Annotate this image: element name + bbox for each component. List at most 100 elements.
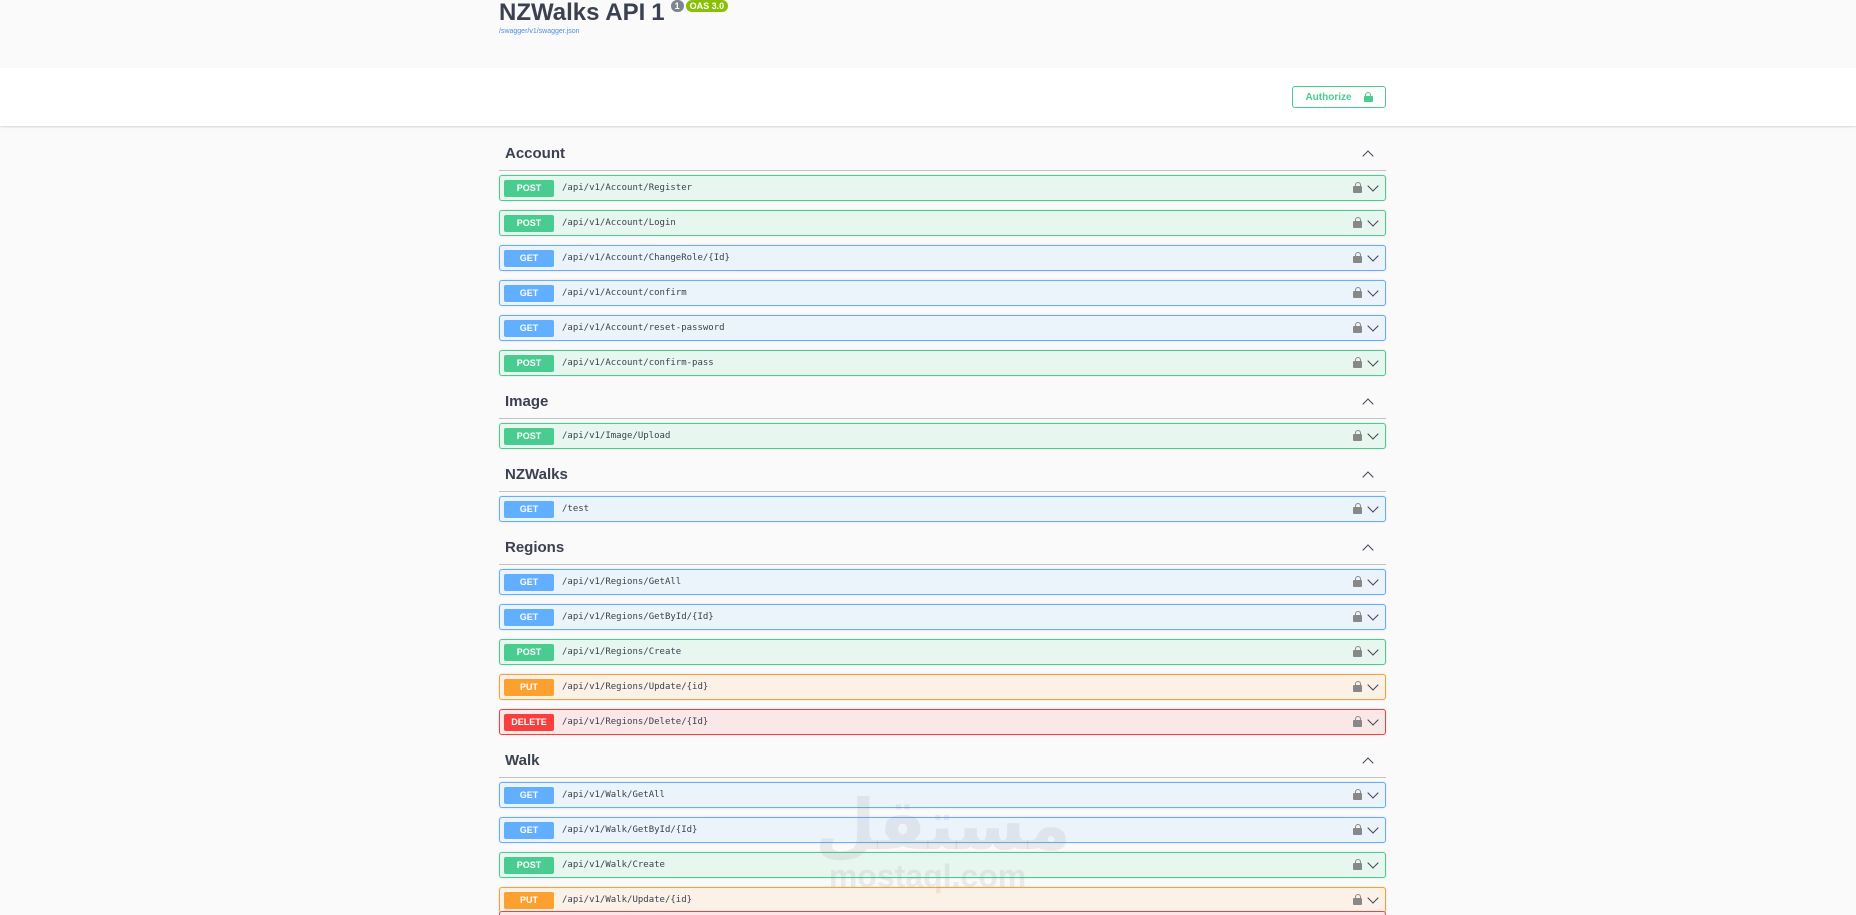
lock-icon[interactable] bbox=[1353, 788, 1362, 800]
lock-icon[interactable] bbox=[1353, 181, 1362, 193]
operation-row[interactable]: POST/api/v1/Account/Register bbox=[499, 175, 1386, 201]
spec-json-link[interactable]: /swagger/v1/swagger.json bbox=[499, 28, 580, 35]
chevron-down-icon[interactable] bbox=[1367, 251, 1379, 263]
operation-icons bbox=[1353, 181, 1379, 193]
chevron-up-icon[interactable] bbox=[1362, 148, 1374, 160]
operation-path: /test bbox=[562, 504, 590, 514]
chevron-down-icon[interactable] bbox=[1367, 858, 1379, 870]
operation-row[interactable]: GET/api/v1/Account/reset-password bbox=[499, 315, 1386, 341]
lock-icon[interactable] bbox=[1353, 286, 1362, 298]
chevron-up-icon[interactable] bbox=[1362, 469, 1374, 481]
lock-icon[interactable] bbox=[1353, 251, 1362, 263]
operation-icons bbox=[1353, 680, 1379, 692]
operation-row[interactable]: GET/api/v1/Regions/GetById/{Id} bbox=[499, 604, 1386, 630]
tag-section-nzwalks: NZWalks GET/test bbox=[499, 458, 1386, 522]
method-badge: GET bbox=[504, 786, 554, 804]
operation-icons bbox=[1353, 502, 1379, 514]
operation-icons bbox=[1353, 321, 1379, 333]
lock-icon[interactable] bbox=[1353, 575, 1362, 587]
chevron-down-icon[interactable] bbox=[1367, 645, 1379, 657]
method-badge: POST bbox=[504, 856, 554, 874]
chevron-down-icon[interactable] bbox=[1367, 181, 1379, 193]
chevron-down-icon[interactable] bbox=[1367, 610, 1379, 622]
chevron-down-icon[interactable] bbox=[1367, 502, 1379, 514]
authorize-button[interactable]: Authorize bbox=[1292, 86, 1386, 108]
method-badge: POST bbox=[504, 354, 554, 372]
operation-icons bbox=[1353, 216, 1379, 228]
operation-row[interactable]: GET/api/v1/Account/confirm bbox=[499, 280, 1386, 306]
chevron-down-icon[interactable] bbox=[1367, 286, 1379, 298]
lock-icon[interactable] bbox=[1353, 429, 1362, 441]
lock-icon[interactable] bbox=[1353, 356, 1362, 368]
chevron-down-icon[interactable] bbox=[1367, 823, 1379, 835]
operation-icons bbox=[1353, 356, 1379, 368]
operation-row[interactable]: PUT/api/v1/Regions/Update/{id} bbox=[499, 674, 1386, 700]
scheme-container: Authorize bbox=[0, 68, 1856, 126]
api-title-version: 1 bbox=[651, 0, 665, 26]
api-title-line: NZWalks API 1 1 OAS 3.0 bbox=[499, 0, 729, 26]
method-badge: DELETE bbox=[504, 713, 554, 731]
lock-icon[interactable] bbox=[1353, 858, 1362, 870]
lock-icon[interactable] bbox=[1353, 680, 1362, 692]
lock-icon[interactable] bbox=[1353, 321, 1362, 333]
operation-path: /api/v1/Regions/Create bbox=[562, 647, 682, 657]
chevron-down-icon[interactable] bbox=[1367, 893, 1379, 905]
method-badge: GET bbox=[504, 608, 554, 626]
operation-icons bbox=[1353, 575, 1379, 587]
operation-path: /api/v1/Regions/GetById/{Id} bbox=[562, 612, 714, 622]
operation-row[interactable]: DELETE/api/v1/Regions/Delete/{Id} bbox=[499, 709, 1386, 735]
lock-icon[interactable] bbox=[1353, 610, 1362, 622]
operation-row[interactable]: POST/api/v1/Account/confirm-pass bbox=[499, 350, 1386, 376]
tag-header[interactable]: Regions bbox=[499, 531, 1386, 565]
chevron-down-icon[interactable] bbox=[1367, 575, 1379, 587]
chevron-down-icon[interactable] bbox=[1367, 715, 1379, 727]
lock-icon[interactable] bbox=[1353, 715, 1362, 727]
chevron-up-icon[interactable] bbox=[1362, 396, 1374, 408]
tag-name: NZWalks bbox=[505, 466, 568, 483]
operation-icons bbox=[1353, 251, 1379, 263]
lock-icon[interactable] bbox=[1353, 645, 1362, 657]
chevron-down-icon[interactable] bbox=[1367, 680, 1379, 692]
chevron-down-icon[interactable] bbox=[1367, 356, 1379, 368]
lock-icon[interactable] bbox=[1353, 502, 1362, 514]
tag-header[interactable]: NZWalks bbox=[499, 458, 1386, 492]
method-badge: POST bbox=[504, 427, 554, 445]
operation-partial-delete[interactable] bbox=[499, 911, 1386, 915]
tag-header[interactable]: Walk bbox=[499, 744, 1386, 778]
lock-icon[interactable] bbox=[1353, 893, 1362, 905]
method-badge: PUT bbox=[504, 891, 554, 909]
chevron-down-icon[interactable] bbox=[1367, 321, 1379, 333]
tag-name: Account bbox=[505, 145, 565, 162]
operation-row[interactable]: POST/api/v1/Image/Upload bbox=[499, 423, 1386, 449]
tag-section-account: Account POST/api/v1/Account/Register POST /… bbox=[499, 137, 1386, 376]
operation-icons bbox=[1353, 715, 1379, 727]
operation-path: /api/v1/Account/Login bbox=[562, 218, 676, 228]
chevron-down-icon[interactable] bbox=[1367, 788, 1379, 800]
operation-path: /api/v1/Account/Register bbox=[562, 183, 693, 193]
lock-icon[interactable] bbox=[1353, 216, 1362, 228]
operation-row[interactable]: GET/api/v1/Walk/GetById/{Id} bbox=[499, 817, 1386, 843]
operation-row[interactable]: GET/api/v1/Walk/GetAll bbox=[499, 782, 1386, 808]
operation-row[interactable]: GET/test bbox=[499, 496, 1386, 522]
operation-path: /api/v1/Image/Upload bbox=[562, 431, 671, 441]
method-badge: GET bbox=[504, 573, 554, 591]
operation-row[interactable]: POST/api/v1/Walk/Create bbox=[499, 852, 1386, 878]
tag-name: Image bbox=[505, 393, 549, 410]
operation-row[interactable]: POST/api/v1/Account/Login bbox=[499, 210, 1386, 236]
operation-row[interactable]: GET/api/v1/Account/ChangeRole/{Id} bbox=[499, 245, 1386, 271]
lock-icon[interactable] bbox=[1353, 823, 1362, 835]
chevron-down-icon[interactable] bbox=[1367, 429, 1379, 441]
info-section: NZWalks API 1 1 OAS 3.0 /swagger/v1/swag… bbox=[0, 0, 1856, 68]
operation-row[interactable]: POST/api/v1/Regions/Create bbox=[499, 639, 1386, 665]
operation-row[interactable]: PUT/api/v1/Walk/Update/{id} bbox=[499, 887, 1386, 913]
chevron-down-icon[interactable] bbox=[1367, 216, 1379, 228]
chevron-up-icon[interactable] bbox=[1362, 755, 1374, 767]
method-badge: GET bbox=[504, 500, 554, 518]
authorize-label: Authorize bbox=[1305, 91, 1352, 103]
tag-header[interactable]: Account bbox=[499, 137, 1386, 171]
tag-header[interactable]: Image bbox=[499, 385, 1386, 419]
chevron-up-icon[interactable] bbox=[1362, 542, 1374, 554]
method-badge: GET bbox=[504, 821, 554, 839]
operation-row[interactable]: GET/api/v1/Regions/GetAll bbox=[499, 569, 1386, 595]
method-badge: POST bbox=[504, 214, 554, 232]
